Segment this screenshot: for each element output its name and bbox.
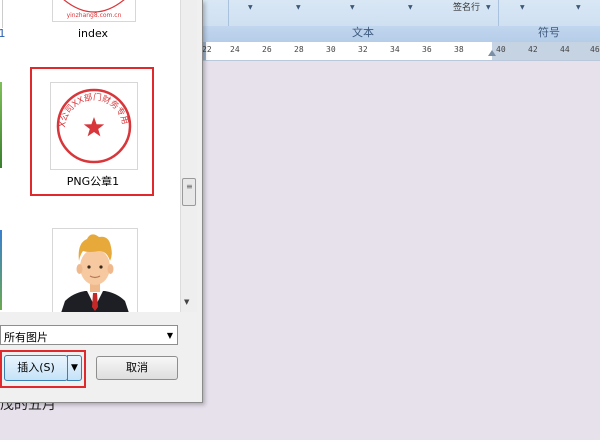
- file-thumbnail-avatar[interactable]: [52, 228, 138, 312]
- ruler-tick: 26: [262, 45, 272, 54]
- selection-highlight: [30, 67, 154, 196]
- ruler-tick: 42: [528, 45, 538, 54]
- ruler-tick: 24: [230, 45, 240, 54]
- ruler-tick: 30: [326, 45, 336, 54]
- dropdown-icon[interactable]: ▼: [296, 4, 301, 11]
- ruler-tick: 44: [560, 45, 570, 54]
- insert-dropdown-arrow-icon[interactable]: ▼: [67, 355, 82, 381]
- dropdown-icon[interactable]: ▼: [350, 4, 355, 11]
- signature-line-label[interactable]: 签名行: [453, 0, 480, 13]
- ribbon-group-left: [200, 0, 229, 42]
- ribbon: ▼ ▼ ▼ ▼ 签名行 ▼ 文本 ▼ ▼ 符号: [200, 0, 600, 43]
- stamp-thumbnail-icon: yinzhang8.com.cn: [63, 0, 125, 19]
- file-thumbnail-index[interactable]: yinzhang8.com.cn: [52, 0, 136, 22]
- group-caption-symbols: 符号: [538, 26, 560, 39]
- scroll-down-arrow-icon[interactable]: ▼: [184, 298, 189, 306]
- insert-picture-dialog: 1 yinzhang8.com.cn index XX公司XX部门财务专用章: [0, 0, 203, 403]
- ruler-tick: 22: [202, 45, 212, 54]
- ruler-tick: 34: [390, 45, 400, 54]
- chevron-down-icon[interactable]: ▼: [167, 331, 173, 340]
- dropdown-icon[interactable]: ▼: [520, 4, 525, 11]
- ribbon-group-text[interactable]: ▼ ▼ ▼ ▼ 签名行 ▼ 文本: [228, 0, 499, 42]
- dropdown-icon[interactable]: ▼: [576, 4, 581, 11]
- businessman-avatar-icon: [61, 234, 129, 312]
- indent-marker-icon[interactable]: [488, 50, 496, 56]
- group-caption-text: 文本: [352, 26, 374, 39]
- ruler-tick: 46: [590, 45, 600, 54]
- ruler-tick: 38: [454, 45, 464, 54]
- dropdown-icon[interactable]: ▼: [408, 4, 413, 11]
- file-list-pane[interactable]: 1 yinzhang8.com.cn index XX公司XX部门财务专用章: [0, 0, 180, 312]
- file-name-index[interactable]: index: [52, 27, 134, 40]
- cancel-button[interactable]: 取消: [96, 356, 178, 380]
- ruler-tick: 32: [358, 45, 368, 54]
- ribbon-group-symbols[interactable]: ▼ ▼ 符号: [498, 0, 600, 42]
- insert-button[interactable]: 插入(S): [4, 355, 68, 381]
- file-list-scrollbar[interactable]: ≡ ▼: [180, 0, 197, 312]
- file-type-select[interactable]: 所有图片 ▼: [0, 325, 178, 345]
- svg-text:yinzhang8.com.cn: yinzhang8.com.cn: [67, 12, 122, 19]
- horizontal-ruler[interactable]: 22 24 26 28 30 32 34 36 38 40 42 44 46: [200, 42, 600, 61]
- ruler-tick: 28: [294, 45, 304, 54]
- dropdown-icon[interactable]: ▼: [248, 4, 253, 11]
- grip-icon: ≡: [186, 182, 193, 191]
- file-type-value: 所有图片: [4, 331, 48, 344]
- scrollbar-thumb[interactable]: ≡: [182, 178, 196, 206]
- dropdown-icon[interactable]: ▼: [486, 4, 491, 11]
- ruler-tick: 36: [422, 45, 432, 54]
- ruler-tick: 40: [496, 45, 506, 54]
